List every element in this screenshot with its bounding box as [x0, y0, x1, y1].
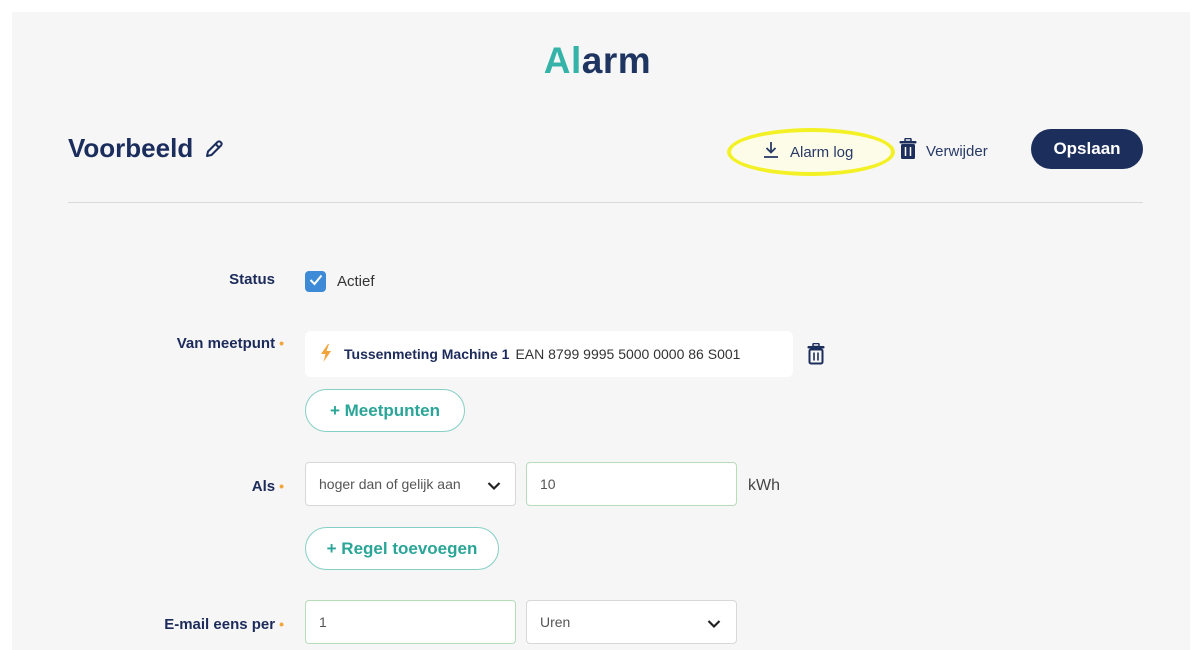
add-meter-button[interactable]: + Meetpunten	[305, 389, 465, 432]
meter-label: Van meetpunt •	[84, 335, 284, 352]
pencil-icon[interactable]	[203, 138, 225, 160]
required-indicator: •	[279, 616, 284, 632]
email-frequency-value: 1	[319, 614, 327, 630]
threshold-input-value: 10	[540, 476, 556, 492]
meter-item: Tussenmeting Machine 1 EAN 8799 9995 500…	[305, 331, 793, 377]
save-button[interactable]: Opslaan	[1031, 129, 1143, 169]
page-title-part2: arm	[581, 40, 652, 81]
required-indicator: •	[279, 478, 284, 494]
period-select[interactable]: Uren	[526, 600, 737, 644]
remove-meter-trash-icon[interactable]	[806, 342, 826, 370]
alarm-log-button[interactable]: Alarm log	[762, 138, 853, 166]
trash-icon	[898, 137, 926, 164]
checkmark-icon	[309, 273, 323, 291]
chevron-down-icon	[707, 616, 721, 632]
page-title-part1: Al	[543, 40, 582, 81]
status-checkbox-label: Actief	[337, 273, 375, 290]
meter-item-ean: EAN 8799 9995 5000 0000 86 S001	[515, 346, 741, 362]
header-divider	[68, 202, 1143, 203]
status-label-text: Status	[229, 271, 275, 288]
delete-label: Verwijder	[926, 142, 988, 160]
operator-select-value: hoger dan of gelijk aan	[319, 476, 461, 492]
alarm-name-row: Voorbeeld	[68, 133, 225, 164]
status-checkbox[interactable]	[305, 271, 326, 292]
alarm-name: Voorbeeld	[68, 133, 194, 163]
email-frequency-label: E-mail eens per •	[84, 616, 284, 633]
delete-button[interactable]: Verwijder	[898, 137, 988, 165]
add-rule-button[interactable]: + Regel toevoegen	[305, 527, 499, 570]
meter-label-text: Van meetpunt	[176, 335, 276, 352]
status-label: Status	[75, 271, 275, 288]
chevron-down-icon	[487, 478, 501, 494]
lightning-icon	[320, 343, 332, 365]
condition-label-text: Als	[251, 478, 276, 495]
alarm-log-label: Alarm log	[790, 143, 854, 161]
unit-label: kWh	[748, 477, 780, 494]
meter-item-name: Tussenmeting Machine 1	[344, 346, 510, 362]
condition-label: Als •	[84, 478, 284, 495]
download-icon	[762, 141, 790, 163]
page-title: Alarm	[0, 40, 1195, 82]
email-frequency-input[interactable]: 1	[305, 600, 516, 644]
threshold-input[interactable]: 10	[526, 462, 737, 506]
operator-select[interactable]: hoger dan of gelijk aan	[305, 462, 516, 506]
required-indicator: •	[279, 335, 284, 351]
period-select-value: Uren	[540, 614, 571, 630]
email-frequency-label-text: E-mail eens per	[164, 616, 276, 633]
